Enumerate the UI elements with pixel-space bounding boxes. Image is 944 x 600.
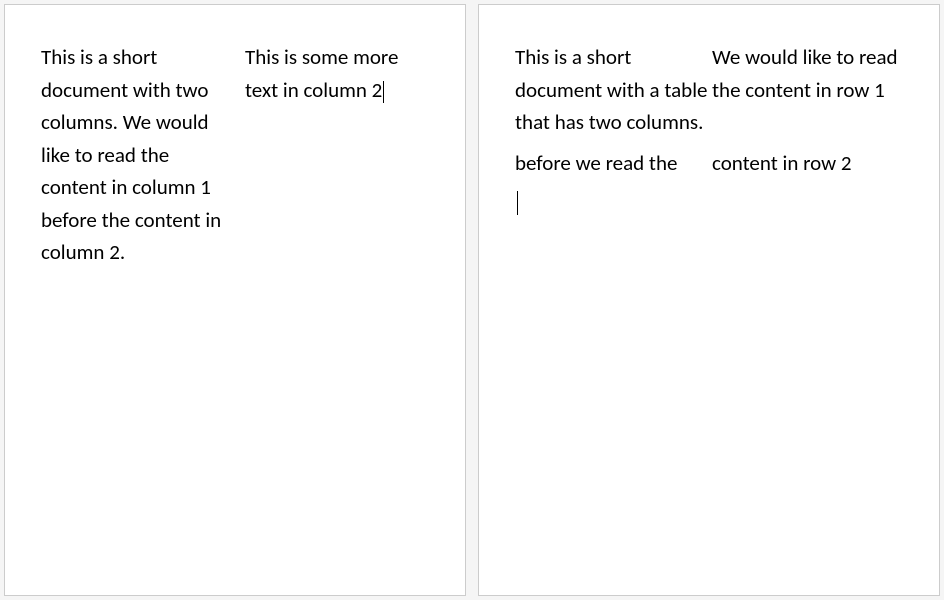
column-1-text: This is a short document with two column… xyxy=(41,44,221,265)
column-2[interactable]: This is some more text in column 2 xyxy=(245,41,431,269)
cell-text: We would like to read the content in row… xyxy=(712,44,898,103)
two-column-layout: This is a short document with two column… xyxy=(41,41,431,269)
cell-text: content in row 2 xyxy=(712,150,851,176)
column-1[interactable]: This is a short document with two column… xyxy=(41,41,227,269)
document-page-2: This is a short document with a table th… xyxy=(478,4,940,596)
text-cursor-icon xyxy=(517,191,518,215)
two-column-table: This is a short document with a table th… xyxy=(515,41,905,187)
cell-text: This is a short document with a table th… xyxy=(515,44,707,135)
column-2-text: This is some more text in column 2 xyxy=(245,44,398,103)
table-cell-r2c1[interactable]: before we read the xyxy=(515,147,708,188)
table-row: This is a short document with a table th… xyxy=(515,41,905,147)
table-row: before we read the content in row 2 xyxy=(515,147,905,188)
table-cell-r1c1[interactable]: This is a short document with a table th… xyxy=(515,41,708,147)
document-page-1: This is a short document with two column… xyxy=(4,4,466,596)
table-cell-r1c2[interactable]: We would like to read the content in row… xyxy=(712,41,905,147)
text-cursor-icon xyxy=(383,81,384,103)
cell-text: before we read the xyxy=(515,150,677,176)
table-cell-r2c2[interactable]: content in row 2 xyxy=(712,147,905,188)
